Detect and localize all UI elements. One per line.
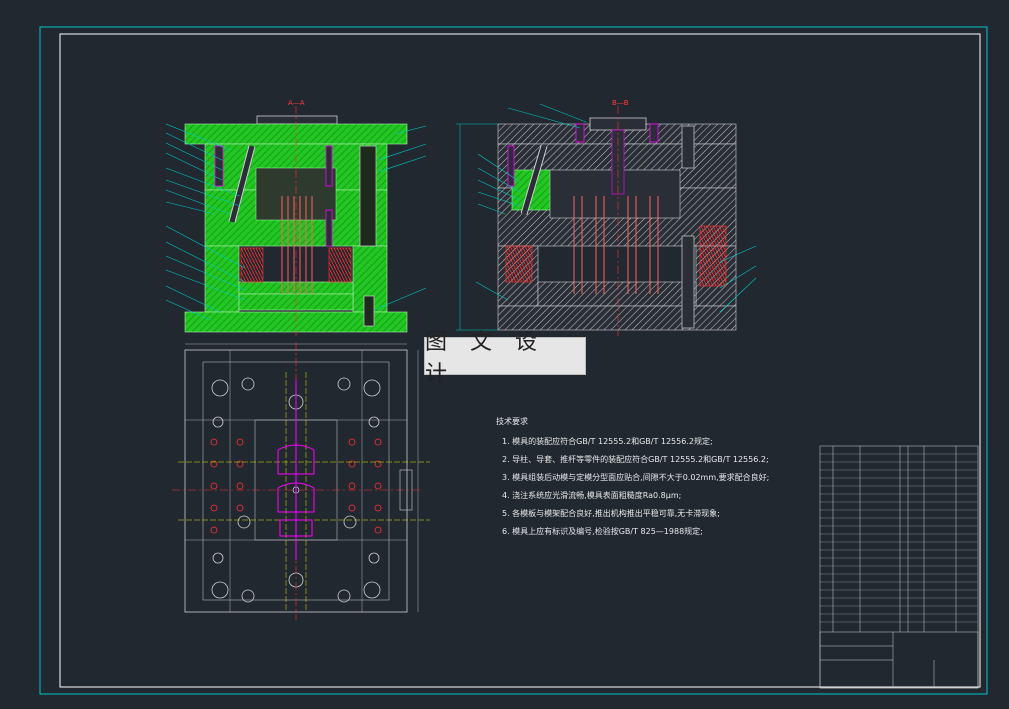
- bom-rows: [820, 453, 978, 623]
- section-aa-label: A—A: [288, 99, 305, 107]
- note-item-3: 3. 模具组装后动模与定模分型面应贴合,间隙不大于0.02mm,要求配合良好;: [502, 473, 770, 482]
- plan-view: [172, 342, 430, 620]
- title-block: [819, 445, 979, 689]
- note-item-4: 4. 浇注系统应光滑流畅,模具表面粗糙度Ra0.8μm;: [502, 491, 682, 500]
- notes-title: 技术要求: [496, 417, 528, 426]
- section-b-b-view: [456, 103, 757, 336]
- note-item-2: 2. 导柱、导套、推杆等零件的装配应符合GB/T 12555.2和GB/T 12…: [502, 455, 769, 464]
- note-item-5: 5. 各模板与模架配合良好,推出机构推出平稳可靠,无卡滞现象;: [502, 509, 720, 518]
- note-item-1: 1. 模具的装配应符合GB/T 12555.2和GB/T 12556.2规定;: [502, 437, 713, 446]
- section-bb-label: B—B: [612, 99, 629, 107]
- watermark-banner: 图 文 设 计: [424, 330, 586, 387]
- technical-requirements: 技术要求 1. 模具的装配应符合GB/T 12555.2和GB/T 12556.…: [496, 416, 796, 544]
- section-a-a-view: [165, 106, 427, 336]
- note-item-6: 6. 模具上应有标识及编号,检验按GB/T 825—1988规定;: [502, 527, 703, 536]
